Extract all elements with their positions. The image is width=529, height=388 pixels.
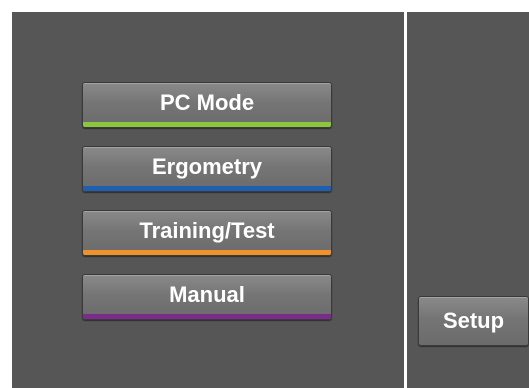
- ergometry-button[interactable]: Ergometry: [82, 146, 332, 192]
- manual-accent-bar: [83, 314, 331, 319]
- setup-button[interactable]: Setup: [418, 296, 529, 346]
- manual-button-label: Manual: [169, 282, 245, 307]
- ergometry-button-label: Ergometry: [151, 154, 263, 179]
- app-screen: PC Mode Ergometry Training/Test Manual S…: [0, 0, 529, 388]
- training-test-accent-bar: [83, 250, 331, 255]
- main-menu-panel: [12, 12, 404, 388]
- pc-mode-button-label: PC Mode: [159, 90, 255, 115]
- pc-mode-button[interactable]: PC Mode: [82, 82, 332, 128]
- training-test-button[interactable]: Training/Test: [82, 210, 332, 256]
- pc-mode-accent-bar: [83, 122, 331, 127]
- training-test-button-label: Training/Test: [139, 218, 275, 243]
- setup-button-label: Setup: [442, 308, 505, 333]
- manual-button[interactable]: Manual: [82, 274, 332, 320]
- ergometry-accent-bar: [83, 186, 331, 191]
